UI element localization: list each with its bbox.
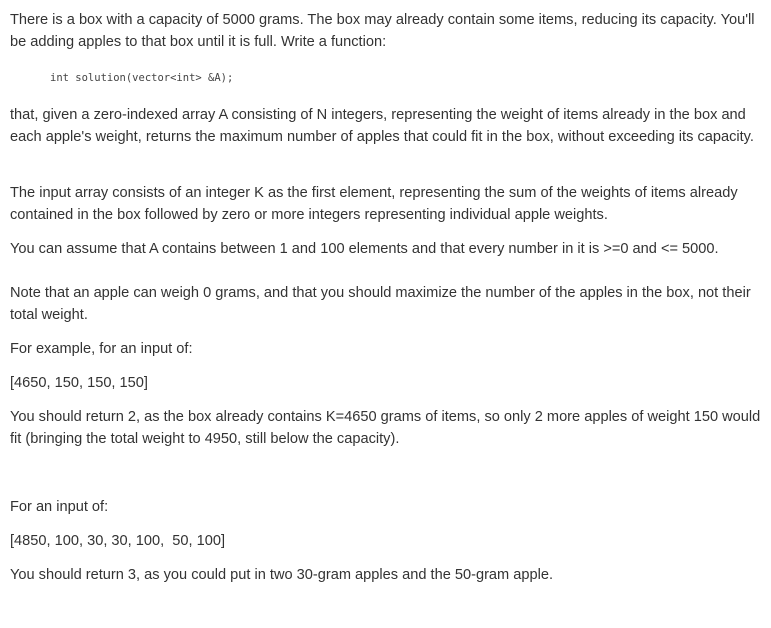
example2-result: You should return 3, as you could put in… — [10, 567, 554, 583]
example2-intro: For an input of: — [10, 499, 109, 515]
input-description-paragraph: The input array consists of an integer K… — [10, 185, 738, 223]
function-signature: int solution(vector<int> &A); — [50, 72, 234, 84]
example2-input: [4850, 100, 30, 30, 100, 50, 100] — [10, 533, 226, 549]
given-paragraph: that, given a zero-indexed array A consi… — [10, 107, 754, 145]
example1-input: [4650, 150, 150, 150] — [10, 375, 148, 391]
problem-statement: There is a box with a capacity of 5000 g… — [0, 0, 771, 628]
intro-paragraph: There is a box with a capacity of 5000 g… — [10, 12, 755, 50]
example1-result: You should return 2, as the box already … — [10, 409, 761, 447]
example-intro: For example, for an input of: — [10, 341, 193, 357]
note-paragraph: Note that an apple can weigh 0 grams, an… — [10, 285, 751, 323]
assumption-paragraph: You can assume that A contains between 1… — [10, 241, 719, 257]
